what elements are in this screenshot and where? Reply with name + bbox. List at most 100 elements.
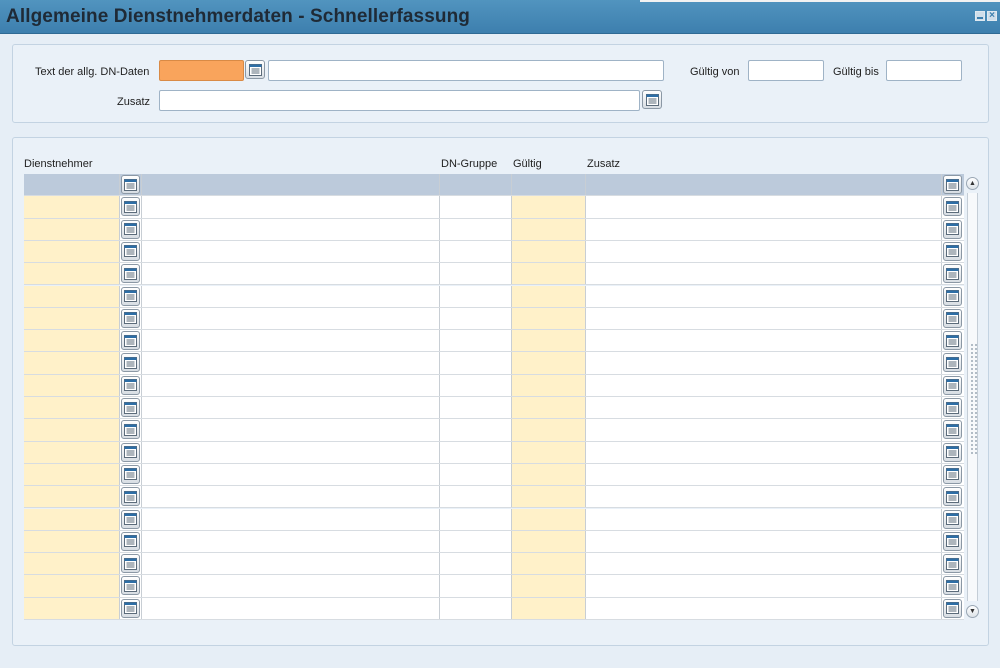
cell-zusatz[interactable] <box>586 374 942 396</box>
cell-zusatz[interactable] <box>586 575 942 597</box>
table-row[interactable] <box>24 597 964 620</box>
zusatz-row-lookup-button[interactable] <box>943 576 962 596</box>
cell-dienstnehmer-name[interactable] <box>142 263 440 285</box>
cell-dienstnehmer[interactable] <box>24 285 120 307</box>
dienstnehmer-lookup-button[interactable] <box>121 420 140 440</box>
valid-from-input[interactable] <box>748 60 824 81</box>
table-row[interactable] <box>24 263 964 286</box>
cell-dienstnehmer[interactable] <box>24 307 120 330</box>
cell-zusatz[interactable] <box>586 196 942 218</box>
cell-gueltig[interactable] <box>512 463 586 486</box>
dienstnehmer-lookup-button[interactable] <box>121 353 140 373</box>
zusatz-row-lookup-button[interactable] <box>943 264 962 284</box>
cell-zusatz[interactable] <box>586 597 942 619</box>
zusatz-row-lookup-button[interactable] <box>943 308 962 328</box>
zusatz-row-lookup-button[interactable] <box>943 509 962 529</box>
cell-zusatz[interactable] <box>586 397 942 419</box>
table-row[interactable] <box>24 486 964 509</box>
dienstnehmer-lookup-button[interactable] <box>121 264 140 284</box>
cell-dienstnehmer-name[interactable] <box>142 352 440 374</box>
cell-dienstnehmer-name[interactable] <box>142 285 440 307</box>
cell-dn-gruppe[interactable] <box>440 240 512 263</box>
cell-gueltig[interactable] <box>512 218 586 240</box>
text-description-input[interactable] <box>268 60 664 81</box>
cell-zusatz[interactable] <box>586 307 942 330</box>
cell-dienstnehmer-name[interactable] <box>142 240 440 263</box>
table-row[interactable] <box>24 330 964 353</box>
cell-gueltig[interactable] <box>512 330 586 352</box>
cell-dn-gruppe[interactable] <box>440 397 512 419</box>
cell-dienstnehmer[interactable] <box>24 352 120 374</box>
cell-dienstnehmer-name[interactable] <box>142 575 440 597</box>
table-row[interactable] <box>24 441 964 464</box>
cell-gueltig[interactable] <box>512 240 586 263</box>
cell-zusatz[interactable] <box>586 553 942 575</box>
table-row[interactable] <box>24 530 964 554</box>
zusatz-row-lookup-button[interactable] <box>943 375 962 395</box>
dienstnehmer-lookup-button[interactable] <box>121 464 140 484</box>
cell-gueltig[interactable] <box>512 352 586 374</box>
cell-dienstnehmer-name[interactable] <box>142 597 440 619</box>
dienstnehmer-lookup-button[interactable] <box>121 331 140 351</box>
cell-dienstnehmer-name[interactable] <box>142 463 440 486</box>
cell-gueltig[interactable] <box>512 196 586 218</box>
cell-zusatz[interactable] <box>586 441 942 463</box>
zusatz-row-lookup-button[interactable] <box>943 353 962 373</box>
cell-gueltig[interactable] <box>512 575 586 597</box>
cell-gueltig[interactable] <box>512 307 586 330</box>
cell-dienstnehmer[interactable] <box>24 441 120 463</box>
table-row[interactable] <box>24 285 964 308</box>
scroll-down-icon[interactable]: ▼ <box>966 605 979 618</box>
table-row[interactable] <box>24 463 964 487</box>
cell-gueltig[interactable] <box>512 374 586 396</box>
dienstnehmer-lookup-button[interactable] <box>121 531 140 551</box>
cell-dienstnehmer-name[interactable] <box>142 196 440 218</box>
table-row[interactable] <box>24 419 964 442</box>
zusatz-row-lookup-button[interactable] <box>943 420 962 440</box>
cell-zusatz[interactable] <box>586 330 942 352</box>
column-header-dn-gruppe[interactable]: DN-Gruppe <box>441 158 497 170</box>
column-header-zusatz[interactable]: Zusatz <box>587 158 620 170</box>
cell-dn-gruppe[interactable] <box>440 218 512 240</box>
cell-zusatz[interactable] <box>586 530 942 553</box>
cell-dienstnehmer-name[interactable] <box>142 530 440 553</box>
dienstnehmer-lookup-button[interactable] <box>121 598 140 618</box>
cell-gueltig[interactable] <box>512 397 586 419</box>
cell-dn-gruppe[interactable] <box>440 575 512 597</box>
cell-zusatz[interactable] <box>586 285 942 307</box>
cell-dienstnehmer[interactable] <box>24 486 120 508</box>
cell-dienstnehmer[interactable] <box>24 174 120 196</box>
zusatz-row-lookup-button[interactable] <box>943 531 962 551</box>
cell-gueltig[interactable] <box>512 285 586 307</box>
cell-gueltig[interactable] <box>512 597 586 619</box>
table-row[interactable] <box>24 397 964 420</box>
cell-dienstnehmer-name[interactable] <box>142 419 440 441</box>
cell-dienstnehmer[interactable] <box>24 397 120 419</box>
cell-dn-gruppe[interactable] <box>440 374 512 396</box>
dienstnehmer-lookup-button[interactable] <box>121 576 140 596</box>
zusatz-row-lookup-button[interactable] <box>943 598 962 618</box>
cell-dn-gruppe[interactable] <box>440 174 512 196</box>
cell-dn-gruppe[interactable] <box>440 508 512 530</box>
dienstnehmer-lookup-button[interactable] <box>121 175 140 194</box>
cell-zusatz[interactable] <box>586 486 942 508</box>
cell-dienstnehmer[interactable] <box>24 196 120 218</box>
cell-gueltig[interactable] <box>512 508 586 530</box>
cell-dienstnehmer-name[interactable] <box>142 486 440 508</box>
table-row[interactable] <box>24 374 964 397</box>
cell-dienstnehmer-name[interactable] <box>142 508 440 530</box>
table-row[interactable] <box>24 352 964 375</box>
cell-dn-gruppe[interactable] <box>440 530 512 553</box>
dienstnehmer-lookup-button[interactable] <box>121 286 140 306</box>
cell-gueltig[interactable] <box>512 530 586 553</box>
table-row[interactable] <box>24 218 964 241</box>
dienstnehmer-lookup-button[interactable] <box>121 487 140 507</box>
dienstnehmer-lookup-button[interactable] <box>121 442 140 462</box>
cell-dienstnehmer-name[interactable] <box>142 330 440 352</box>
cell-dn-gruppe[interactable] <box>440 285 512 307</box>
zusatz-row-lookup-button[interactable] <box>943 197 962 217</box>
zusatz-lookup-button[interactable] <box>642 90 662 109</box>
text-code-input[interactable] <box>159 60 244 81</box>
cell-zusatz[interactable] <box>586 174 942 196</box>
cell-dn-gruppe[interactable] <box>440 597 512 619</box>
